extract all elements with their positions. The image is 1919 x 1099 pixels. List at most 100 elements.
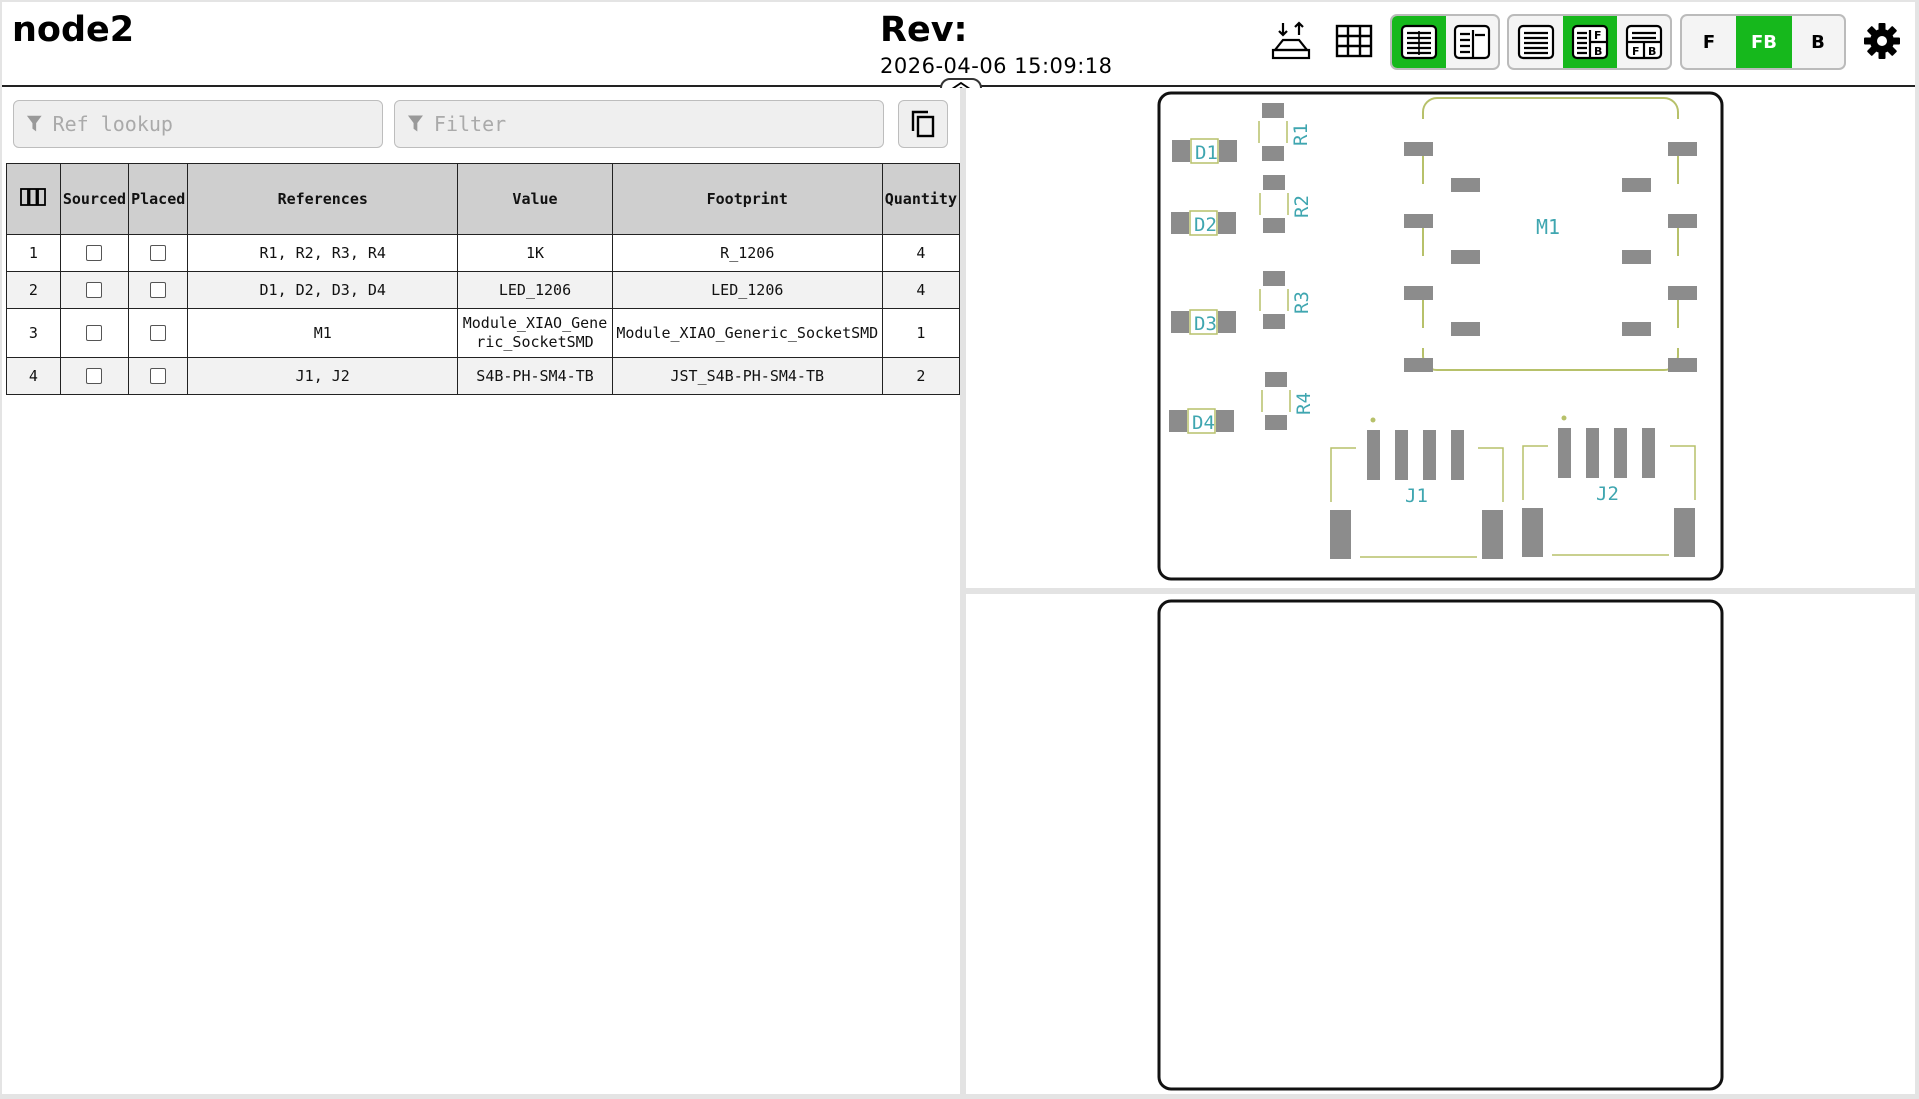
r2-label: R2 (1291, 195, 1313, 218)
bom-left-fb-icon[interactable]: F B (1563, 16, 1617, 68)
filter-input[interactable] (431, 111, 883, 137)
header-quantity[interactable]: Quantity (881, 163, 961, 235)
grid-icon[interactable] (1329, 16, 1379, 66)
layer-front-back-button[interactable]: FB (1736, 16, 1792, 68)
references-cell: R1, R2, R3, R4 (187, 234, 459, 272)
svg-text:F: F (1594, 29, 1602, 42)
svg-text:B: B (1594, 45, 1602, 58)
placed-checkbox-cell (128, 271, 189, 309)
header-placed[interactable]: Placed (128, 163, 189, 235)
header-footprint[interactable]: Footprint (611, 163, 883, 235)
filter-field (394, 100, 884, 148)
header-value[interactable]: Value (457, 163, 613, 235)
sourced-checkbox-cell (59, 271, 130, 309)
bom-layout-group (1390, 14, 1500, 70)
sourced-checkbox[interactable] (86, 325, 103, 341)
ref-lookup-input[interactable] (50, 111, 382, 137)
quantity-cell: 4 (881, 271, 961, 309)
gear-icon[interactable] (1857, 16, 1907, 66)
footprint-j2[interactable]: J2 (1522, 415, 1696, 558)
placed-checkbox-cell (128, 357, 189, 395)
footprint-r3[interactable]: R3 (1259, 271, 1313, 329)
dark-mode-toggle-icon[interactable] (1266, 16, 1316, 66)
placed-checkbox[interactable] (150, 282, 167, 298)
page-title: node2 (12, 10, 135, 50)
footprint-d1[interactable]: D1 (1172, 138, 1237, 164)
layer-front-button[interactable]: F (1682, 16, 1736, 68)
j2-label: J2 (1596, 483, 1619, 505)
bom-left-icon[interactable] (1446, 16, 1498, 68)
placed-checkbox-cell (128, 234, 189, 272)
d2-label: D2 (1194, 214, 1217, 236)
r3-label: R3 (1291, 291, 1313, 314)
bom-pane: Sourced Placed References Value Footprin… (6, 88, 961, 1094)
front-pcb-canvas[interactable]: D1 D2 D3 D4 R1 R2 R3 R4 M1 J1 J2 (966, 88, 1915, 588)
quantity-cell: 2 (881, 357, 961, 395)
layer-toggle-group: F FB B (1680, 14, 1846, 70)
j1-label: J1 (1405, 485, 1428, 507)
value-cell: Module_XIAO_Generic_SocketSMD (457, 308, 613, 358)
references-cell: D1, D2, D3, D4 (187, 271, 459, 309)
r4-label: R4 (1293, 392, 1315, 415)
placed-checkbox[interactable] (150, 368, 167, 384)
sourced-checkbox-cell (59, 308, 130, 358)
quantity-cell: 1 (881, 308, 961, 358)
footprint-r2[interactable]: R2 (1259, 175, 1313, 233)
bom-top-icon[interactable] (1509, 16, 1563, 68)
header-references[interactable]: References (187, 163, 459, 235)
sourced-checkbox[interactable] (86, 282, 103, 298)
bom-only-icon[interactable] (1392, 16, 1446, 68)
value-cell: LED_1206 (457, 271, 613, 309)
d4-label: D4 (1192, 412, 1215, 434)
footprint-d2[interactable]: D2 (1171, 210, 1236, 236)
placed-checkbox[interactable] (150, 325, 167, 341)
layer-back-button[interactable]: B (1792, 16, 1844, 68)
footprint-r4[interactable]: R4 (1261, 372, 1315, 430)
footprint-d4[interactable]: D4 (1169, 408, 1234, 434)
top-bar: node2 Rev: 2026-04-06 15:09:18 F B F B F… (2, 2, 1915, 87)
table-header-row: Sourced Placed References Value Footprin… (6, 163, 961, 235)
references-cell: M1 (187, 308, 459, 358)
board-outline (1157, 599, 1724, 1091)
footprint-r1[interactable]: R1 (1258, 103, 1312, 161)
value-cell: S4B-PH-SM4-TB (457, 357, 613, 395)
footprint-cell: JST_S4B-PH-SM4-TB (611, 357, 883, 395)
columns-icon (20, 188, 47, 206)
row-number: 2 (6, 271, 61, 309)
m1-label: M1 (1536, 215, 1560, 239)
sourced-checkbox-cell (59, 234, 130, 272)
column-toggle-header[interactable] (6, 163, 61, 235)
bom-top-fb-icon[interactable]: F B (1617, 16, 1670, 68)
placed-checkbox[interactable] (150, 245, 167, 261)
bom-table: Sourced Placed References Value Footprin… (6, 163, 961, 395)
back-pcb-canvas[interactable] (966, 594, 1915, 1094)
sourced-checkbox-cell (59, 357, 130, 395)
revision-label: Rev: (880, 10, 968, 50)
footprint-cell: Module_XIAO_Generic_SocketSMD (611, 308, 883, 358)
filter-icon (26, 115, 42, 132)
sourced-checkbox[interactable] (86, 245, 103, 261)
row-number: 4 (6, 357, 61, 395)
ref-lookup-field (13, 100, 383, 148)
value-cell: 1K (457, 234, 613, 272)
table-row[interactable]: 4 J1, J2 S4B-PH-SM4-TB JST_S4B-PH-SM4-TB… (6, 357, 961, 395)
quantity-cell: 4 (881, 234, 961, 272)
footprint-d3[interactable]: D3 (1171, 309, 1236, 335)
footprint-m1[interactable]: M1 (1404, 97, 1697, 372)
sourced-checkbox[interactable] (86, 368, 103, 384)
app-window: node2 Rev: 2026-04-06 15:09:18 F B F B F… (2, 2, 1915, 1094)
svg-text:B: B (1648, 45, 1656, 58)
d1-label: D1 (1195, 142, 1218, 164)
footprint-cell: LED_1206 (611, 271, 883, 309)
header-sourced[interactable]: Sourced (59, 163, 130, 235)
revision-date: 2026-04-06 15:09:18 (880, 54, 1113, 78)
copy-button[interactable] (898, 100, 948, 148)
footprint-cell: R_1206 (611, 234, 883, 272)
table-row[interactable]: 3 M1 Module_XIAO_Generic_SocketSMD Modul… (6, 308, 961, 358)
table-row[interactable]: 2 D1, D2, D3, D4 LED_1206 LED_1206 4 (6, 271, 961, 309)
svg-text:F: F (1632, 45, 1640, 58)
table-row[interactable]: 1 R1, R2, R3, R4 1K R_1206 4 (6, 234, 961, 272)
references-cell: J1, J2 (187, 357, 459, 395)
footprint-j1[interactable]: J1 (1330, 417, 1504, 560)
placed-checkbox-cell (128, 308, 189, 358)
